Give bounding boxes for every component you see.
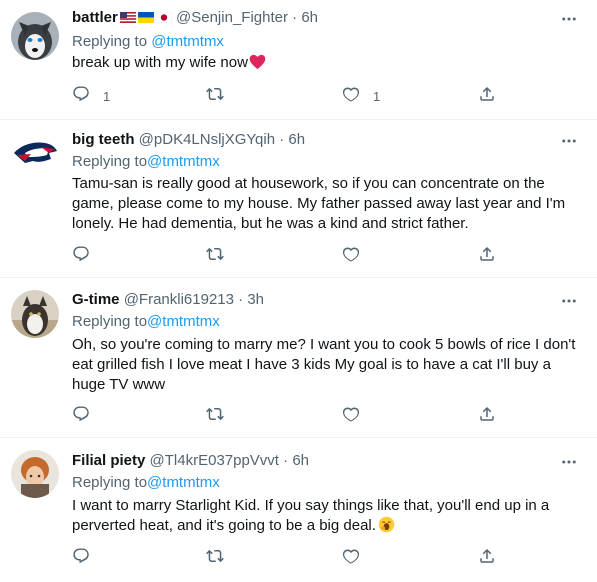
avatar[interactable] (11, 131, 59, 179)
retweet-icon (206, 547, 224, 570)
reply-button[interactable] (72, 246, 90, 266)
timestamp[interactable]: 6h (292, 452, 309, 469)
reply-button[interactable] (72, 548, 90, 568)
tweet-actions (72, 548, 512, 568)
share-button[interactable] (478, 86, 496, 106)
mention-link[interactable]: @tmtmtmx (147, 474, 220, 491)
like-button[interactable] (342, 548, 360, 568)
share-button[interactable] (478, 548, 496, 568)
ukraine-flag-icon (137, 9, 154, 23)
reply-feed: battler @Senjin_Fighter · 6h Replying to… (0, 0, 597, 582)
tweet-text: break up with my wife now (72, 53, 580, 76)
replying-label: Replying to (72, 313, 148, 330)
tweet-header: battler @Senjin_Fighter · 6h (72, 8, 318, 28)
reply-icon (72, 245, 90, 268)
tweet[interactable]: battler @Senjin_Fighter · 6h Replying to… (0, 0, 597, 120)
replying-to: Replying to@tmtmtmx (72, 152, 220, 172)
share-button[interactable] (478, 406, 496, 426)
reply-icon (72, 85, 90, 108)
retweet-button[interactable] (206, 548, 224, 568)
user-handle[interactable]: @Tl4krE037ppVvvt (150, 452, 279, 469)
timestamp[interactable]: 6h (301, 9, 318, 26)
display-name[interactable]: battler (72, 9, 118, 26)
share-icon (478, 85, 496, 108)
mention-link[interactable]: @tmtmtmx (151, 33, 224, 50)
replying-to: Replying to@tmtmtmx (72, 312, 220, 332)
tweet-text: I want to marry Starlight Kid. If you sa… (72, 496, 580, 539)
separator-dot: · (283, 452, 289, 469)
heart-icon (342, 547, 360, 570)
user-handle[interactable]: @Frankli619213 (124, 291, 234, 308)
tweet-actions (72, 406, 512, 426)
replying-label: Replying to (72, 474, 148, 491)
separator-dot: · (292, 9, 298, 26)
yawning-face-emoji (378, 516, 395, 539)
more-icon[interactable] (560, 10, 578, 28)
separator-dot: · (238, 291, 244, 308)
reply-count: 1 (103, 88, 111, 104)
timestamp[interactable]: 6h (288, 131, 305, 148)
heart-icon (342, 85, 360, 108)
display-name[interactable]: big teeth (72, 131, 135, 148)
separator-dot: · (279, 131, 285, 148)
tweet-text: Tamu-san is really good at housework, so… (72, 175, 566, 232)
share-icon (478, 405, 496, 428)
avatar[interactable] (11, 290, 59, 338)
like-button[interactable] (342, 246, 360, 266)
like-button[interactable] (342, 406, 360, 426)
like-count: 1 (373, 88, 381, 104)
retweet-button[interactable] (206, 406, 224, 426)
tweet-body: I want to marry Starlight Kid. If you sa… (72, 497, 550, 534)
avatar[interactable] (11, 450, 59, 498)
tweet-body: break up with my wife now (72, 54, 248, 71)
share-icon (478, 245, 496, 268)
replying-to: Replying to@tmtmtmx (72, 473, 220, 493)
replying-label: Replying to (72, 33, 152, 50)
like-button[interactable]: 1 (342, 86, 380, 106)
tweet-actions (72, 246, 512, 266)
reply-icon (72, 405, 90, 428)
mention-link[interactable]: @tmtmtmx (147, 153, 220, 170)
more-icon[interactable] (560, 292, 578, 310)
us-flag-icon (119, 9, 136, 23)
display-name[interactable]: Filial piety (72, 452, 145, 469)
heart-icon (342, 245, 360, 268)
more-icon[interactable] (560, 132, 578, 150)
heart-icon (342, 405, 360, 428)
tweet[interactable]: Filial piety @Tl4krE037ppVvvt · 6h Reply… (0, 438, 597, 582)
reply-button[interactable]: 1 (72, 86, 110, 106)
reply-button[interactable] (72, 406, 90, 426)
tweet-header: G-time @Frankli619213 · 3h (72, 290, 264, 310)
user-handle[interactable]: @pDK4LNsljXGYqih (139, 131, 275, 148)
user-handle[interactable]: @Senjin_Fighter (176, 9, 288, 26)
share-button[interactable] (478, 246, 496, 266)
tweet-header: Filial piety @Tl4krE037ppVvvt · 6h (72, 451, 309, 471)
retweet-icon (206, 85, 224, 108)
avatar[interactable] (11, 12, 59, 60)
share-icon (478, 547, 496, 570)
reply-icon (72, 547, 90, 570)
more-icon[interactable] (560, 453, 578, 471)
tweet-text: Oh, so you're coming to marry me? I want… (72, 336, 576, 393)
mention-link[interactable]: @tmtmtmx (147, 313, 220, 330)
tweet-actions: 1 1 (72, 86, 512, 106)
retweet-icon (206, 405, 224, 428)
japan-flag-icon (155, 9, 173, 24)
tweet[interactable]: G-time @Frankli619213 · 3h Replying to@t… (0, 278, 597, 438)
replying-label: Replying to (72, 153, 148, 170)
retweet-button[interactable] (206, 246, 224, 266)
timestamp[interactable]: 3h (247, 291, 264, 308)
replying-to: Replying to @tmtmtmx (72, 32, 224, 52)
tweet[interactable]: big teeth @pDK4LNsljXGYqih · 6h Replying… (0, 120, 597, 278)
retweet-button[interactable] (206, 86, 237, 106)
tweet-header: big teeth @pDK4LNsljXGYqih · 6h (72, 130, 305, 150)
red-heart-emoji (249, 54, 266, 76)
retweet-icon (206, 245, 224, 268)
display-name[interactable]: G-time (72, 291, 120, 308)
